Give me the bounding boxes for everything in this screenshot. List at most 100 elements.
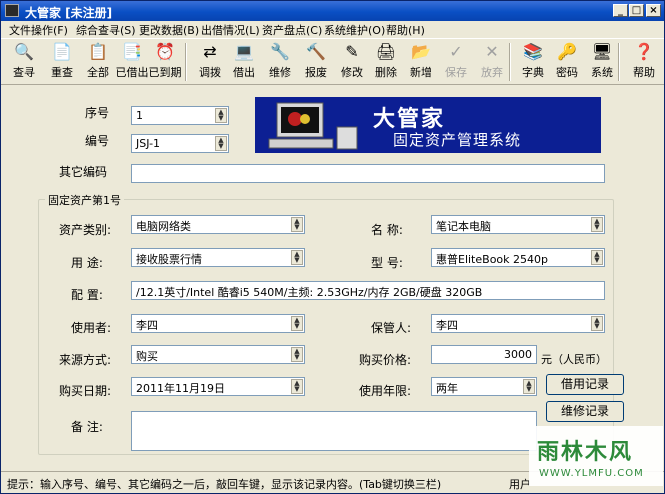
watermark-url: WWW.YLMFU.COM (539, 468, 644, 479)
source-label: 来源方式: (59, 353, 112, 367)
toolbar-label: 维修 (269, 66, 291, 79)
dropdown-arrows-icon[interactable]: ▲ ▼ (591, 250, 603, 265)
repair-record-button[interactable]: 维修记录 (546, 401, 624, 422)
add-icon: 📂 (411, 42, 431, 61)
note-textarea[interactable] (131, 411, 537, 451)
delete-icon: 🖨 (375, 42, 397, 61)
toolbar-delete-button[interactable]: 🖨 删除 (368, 41, 404, 83)
price-unit: 元（人民币） (541, 353, 607, 366)
toolbar-separator (618, 43, 620, 81)
toolbar-label: 字典 (522, 66, 544, 79)
toolbar-label: 报废 (305, 66, 327, 79)
seq-input[interactable]: 1 ▲ ▼ (131, 106, 229, 125)
watermark-brand: 雨林木风 (537, 440, 634, 465)
date-picker[interactable]: 2011年11月19日 ▲ ▼ (131, 377, 305, 396)
help-icon: ❓ (634, 42, 654, 61)
toolbar-save-button[interactable]: ✓ 保存 (438, 41, 474, 83)
spin-arrows-icon[interactable]: ▲ ▼ (215, 108, 227, 123)
user-label: 使用者: (71, 321, 112, 335)
save-icon: ✓ (449, 42, 463, 61)
toolbar-requery-button[interactable]: 📄 重查 (44, 41, 80, 83)
status-hint: 提示：输入序号、编号、其它编码之一后，敲回车键，显示该记录内容。(Tab键切换三… (7, 478, 442, 491)
maximize-button[interactable]: □ (629, 4, 644, 17)
seq-label: 序号 (85, 106, 110, 120)
minimize-button[interactable]: _ (613, 4, 628, 17)
code-label: 编号 (85, 134, 110, 148)
menu-inventory[interactable]: 资产盘点(C) (262, 22, 322, 38)
toolbar-expired-clock-button[interactable]: ⏰ 已到期 (147, 41, 183, 83)
toolbar-label: 全部 (87, 66, 109, 79)
toolbar-label: 帮助 (633, 66, 655, 79)
dropdown-arrows-icon[interactable]: ▲ ▼ (291, 250, 303, 265)
purpose-select[interactable]: 接收股票行情 ▲ ▼ (131, 248, 305, 267)
banner-logo: 大管家 固定资产管理系统 (255, 97, 601, 153)
keeper-select[interactable]: 李四 ▲ ▼ (431, 314, 605, 333)
toolbar-edit-button[interactable]: ✎ 修改 (334, 41, 370, 83)
config-input[interactable]: /12.1英寸/Intel 酷睿i5 540M/主频: 2.53GHz/内存 2… (131, 281, 605, 300)
toolbar-repair-button[interactable]: 🔧 维修 (262, 41, 298, 83)
menu-lending[interactable]: 出借情况(L) (201, 22, 260, 38)
search-icon: 🔍 (14, 42, 34, 61)
menu-edit-data[interactable]: 更改数据(B) (139, 22, 199, 38)
close-button[interactable]: × (646, 4, 661, 17)
dropdown-arrows-icon[interactable]: ▲ ▼ (591, 217, 603, 232)
banner-subtitle: 固定资产管理系统 (393, 131, 522, 149)
toolbar-add-button[interactable]: 📂 新增 (403, 41, 439, 83)
menu-file[interactable]: 文件操作(F) (9, 22, 68, 38)
toolbar-lent-button[interactable]: 📑 已借出 (114, 41, 150, 83)
toolbar-label: 调拨 (199, 66, 221, 79)
title-bar[interactable]: 大管家 [未注册] _ □ × (1, 1, 664, 21)
code-input[interactable]: JSJ-1 ▲ ▼ (131, 134, 229, 153)
dropdown-arrows-icon[interactable]: ▲ ▼ (291, 217, 303, 232)
toolbar-help-button[interactable]: ❓ 帮助 (626, 41, 662, 83)
dropdown-arrows-icon[interactable]: ▲ ▼ (291, 347, 303, 362)
toolbar-label: 已到期 (148, 66, 182, 79)
other-code-input[interactable] (131, 164, 605, 183)
dropdown-arrows-icon[interactable]: ▲ ▼ (215, 136, 227, 151)
toolbar-label: 密码 (556, 66, 578, 79)
toolbar-label: 删除 (375, 66, 397, 79)
price-input[interactable]: 3000 (431, 345, 537, 364)
model-select[interactable]: 惠普EliteBook 2540p ▲ ▼ (431, 248, 605, 267)
computer-illustration-icon (268, 102, 358, 150)
category-select[interactable]: 电脑网络类 ▲ ▼ (131, 215, 305, 234)
system-icon: 🖥 (591, 42, 613, 61)
toolbar-search-button[interactable]: 🔍 查寻 (6, 41, 42, 83)
source-select[interactable]: 购买 ▲ ▼ (131, 345, 305, 364)
menu-search[interactable]: 综合查寻(S) (76, 22, 136, 38)
toolbar-transfer-button[interactable]: ⇄ 调拨 (192, 41, 228, 83)
toolbar-scrap-hammer-button[interactable]: 🔨 报废 (298, 41, 334, 83)
expired-clock-icon: ⏰ (155, 42, 175, 61)
menu-help[interactable]: 帮助(H) (386, 22, 425, 38)
app-icon (5, 4, 19, 17)
toolbar-label: 保存 (445, 66, 467, 79)
menu-system[interactable]: 系统维护(O) (324, 22, 385, 38)
key-icon: 🔑 (557, 42, 577, 61)
toolbar-label: 已借出 (115, 66, 149, 79)
dictionary-icon: 📚 (523, 42, 543, 61)
repair-icon: 🔧 (270, 42, 290, 61)
borrow-record-button[interactable]: 借用记录 (546, 374, 624, 395)
toolbar-all-button[interactable]: 📋 全部 (80, 41, 116, 83)
dropdown-arrows-icon[interactable]: ▲ ▼ (591, 316, 603, 331)
user-select[interactable]: 李四 ▲ ▼ (131, 314, 305, 333)
dropdown-arrows-icon[interactable]: ▲ ▼ (291, 379, 303, 394)
toolbar-cancel-button[interactable]: ✕ 放弃 (474, 41, 510, 83)
life-select[interactable]: 两年 ▲ ▼ (431, 377, 537, 396)
model-label: 型 号: (371, 256, 403, 270)
requery-icon: 📄 (52, 42, 72, 61)
group-title: 固定资产第1号 (45, 192, 124, 208)
toolbar-key-button[interactable]: 🔑 密码 (549, 41, 585, 83)
toolbar-lend-computer-button[interactable]: 💻 借出 (226, 41, 262, 83)
price-label: 购买价格: (359, 353, 412, 367)
life-label: 使用年限: (359, 384, 412, 398)
watermark-logo: 雨林木风 WWW.YLMFU.COM (529, 426, 663, 486)
toolbar-system-button[interactable]: 🖥 系统 (584, 41, 620, 83)
all-icon: 📋 (88, 42, 108, 61)
dropdown-arrows-icon[interactable]: ▲ ▼ (523, 379, 535, 394)
name-select[interactable]: 笔记本电脑 ▲ ▼ (431, 215, 605, 234)
lent-icon: 📑 (122, 42, 142, 61)
toolbar-dictionary-button[interactable]: 📚 字典 (515, 41, 551, 83)
dropdown-arrows-icon[interactable]: ▲ ▼ (291, 316, 303, 331)
toolbar-label: 修改 (341, 66, 363, 79)
